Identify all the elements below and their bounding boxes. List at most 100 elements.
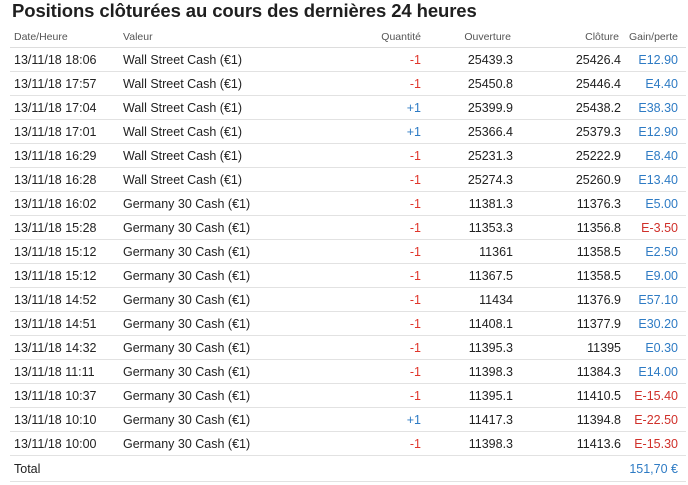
cell-ouverture: 25399.9: [425, 95, 515, 120]
table-row[interactable]: 13/11/18 15:12 Germany 30 Cash (€1) -1 1136…: [10, 263, 686, 288]
cell-cloture: 25260.9: [515, 167, 623, 192]
cell-ouverture: 11381.3: [425, 191, 515, 216]
cell-cloture: 11376.9: [515, 287, 623, 312]
cell-valeur: Germany 30 Cash (€1): [119, 335, 347, 360]
cell-ouverture: 11353.3: [425, 215, 515, 240]
cell-date: 13/11/18 17:01: [10, 119, 119, 144]
cell-quantite: -1: [347, 167, 425, 192]
table-row[interactable]: 13/11/18 17:01 Wall Street Cash (€1) +1 253…: [10, 119, 686, 144]
total-value: 151,70 €: [623, 455, 686, 482]
cell-cloture: 11394.8: [515, 407, 623, 432]
table-row[interactable]: 13/11/18 14:51 Germany 30 Cash (€1) -1 1140…: [10, 311, 686, 336]
column-header-date[interactable]: Date/Heure: [10, 26, 119, 48]
cell-valeur: Germany 30 Cash (€1): [119, 311, 347, 336]
table-header-row: Date/Heure Valeur Quantité Ouverture Clô…: [10, 26, 686, 48]
cell-quantite: -1: [347, 359, 425, 384]
table-row[interactable]: 13/11/18 15:28 Germany 30 Cash (€1) -1 1135…: [10, 215, 686, 240]
table-row[interactable]: 13/11/18 17:57 Wall Street Cash (€1) -1 254…: [10, 71, 686, 96]
cell-gain: E-22.50: [623, 407, 686, 432]
cell-date: 13/11/18 16:28: [10, 167, 119, 192]
cell-cloture: 25222.9: [515, 143, 623, 168]
cell-valeur: Germany 30 Cash (€1): [119, 215, 347, 240]
table-row[interactable]: 13/11/18 11:11 Germany 30 Cash (€1) -1 1139…: [10, 359, 686, 384]
cell-valeur: Wall Street Cash (€1): [119, 119, 347, 144]
cell-gain: E9.00: [623, 263, 686, 288]
cell-gain: E-15.30: [623, 431, 686, 456]
cell-ouverture: 25439.3: [425, 47, 515, 72]
table-row[interactable]: 13/11/18 10:37 Germany 30 Cash (€1) -1 1139…: [10, 383, 686, 408]
closed-positions-panel: Positions clôturées au cours des dernièr…: [0, 0, 688, 485]
cell-quantite: -1: [347, 287, 425, 312]
cell-date: 13/11/18 10:00: [10, 431, 119, 456]
column-header-valeur[interactable]: Valeur: [119, 26, 347, 48]
cell-gain: E57.10: [623, 287, 686, 312]
cell-quantite: +1: [347, 95, 425, 120]
table-row[interactable]: 13/11/18 16:29 Wall Street Cash (€1) -1 252…: [10, 143, 686, 168]
cell-cloture: 25446.4: [515, 71, 623, 96]
table-row[interactable]: 13/11/18 18:06 Wall Street Cash (€1) -1 254…: [10, 47, 686, 72]
cell-gain: E5.00: [623, 191, 686, 216]
cell-date: 13/11/18 10:37: [10, 383, 119, 408]
column-header-gain[interactable]: Gain/perte: [623, 26, 686, 48]
cell-ouverture: 25366.4: [425, 119, 515, 144]
cell-ouverture: 25274.3: [425, 167, 515, 192]
cell-cloture: 11410.5: [515, 383, 623, 408]
cell-date: 13/11/18 16:02: [10, 191, 119, 216]
cell-gain: E4.40: [623, 71, 686, 96]
cell-gain: E12.90: [623, 119, 686, 144]
table-row[interactable]: 13/11/18 10:10 Germany 30 Cash (€1) +1 1141…: [10, 407, 686, 432]
cell-gain: E38.30: [623, 95, 686, 120]
table-row[interactable]: 13/11/18 17:04 Wall Street Cash (€1) +1 253…: [10, 95, 686, 120]
cell-date: 13/11/18 17:57: [10, 71, 119, 96]
cell-ouverture: 11395.1: [425, 383, 515, 408]
cell-date: 13/11/18 15:12: [10, 239, 119, 264]
cell-date: 13/11/18 18:06: [10, 47, 119, 72]
cell-date: 13/11/18 11:11: [10, 359, 119, 384]
cell-cloture: 11384.3: [515, 359, 623, 384]
cell-date: 13/11/18 17:04: [10, 95, 119, 120]
table-row[interactable]: 13/11/18 15:12 Germany 30 Cash (€1) -1 1136…: [10, 239, 686, 264]
cell-gain: E8.40: [623, 143, 686, 168]
cell-gain: E2.50: [623, 239, 686, 264]
cell-date: 13/11/18 15:12: [10, 263, 119, 288]
table-row[interactable]: 13/11/18 10:00 Germany 30 Cash (€1) -1 1139…: [10, 431, 686, 456]
column-header-quantite[interactable]: Quantité: [347, 26, 425, 48]
cell-quantite: -1: [347, 47, 425, 72]
cell-quantite: -1: [347, 71, 425, 96]
table-row[interactable]: 13/11/18 14:32 Germany 30 Cash (€1) -1 1139…: [10, 335, 686, 360]
cell-valeur: Wall Street Cash (€1): [119, 143, 347, 168]
table-row[interactable]: 13/11/18 14:52 Germany 30 Cash (€1) -1 1143…: [10, 287, 686, 312]
cell-ouverture: 11398.3: [425, 359, 515, 384]
cell-quantite: -1: [347, 239, 425, 264]
cell-cloture: 11356.8: [515, 215, 623, 240]
cell-valeur: Germany 30 Cash (€1): [119, 263, 347, 288]
cell-cloture: 11413.6: [515, 431, 623, 456]
cell-valeur: Germany 30 Cash (€1): [119, 359, 347, 384]
cell-quantite: -1: [347, 263, 425, 288]
cell-gain: E30.20: [623, 311, 686, 336]
cell-gain: E-3.50: [623, 215, 686, 240]
cell-quantite: -1: [347, 335, 425, 360]
cell-gain: E-15.40: [623, 383, 686, 408]
cell-quantite: +1: [347, 407, 425, 432]
column-header-ouverture[interactable]: Ouverture: [425, 26, 515, 48]
cell-valeur: Germany 30 Cash (€1): [119, 191, 347, 216]
cell-valeur: Germany 30 Cash (€1): [119, 239, 347, 264]
cell-ouverture: 25231.3: [425, 143, 515, 168]
cell-cloture: 11358.5: [515, 239, 623, 264]
column-header-cloture[interactable]: Clôture: [515, 26, 623, 48]
cell-valeur: Germany 30 Cash (€1): [119, 407, 347, 432]
cell-gain: E12.90: [623, 47, 686, 72]
cell-ouverture: 11361: [425, 239, 515, 264]
cell-valeur: Germany 30 Cash (€1): [119, 383, 347, 408]
cell-valeur: Wall Street Cash (€1): [119, 71, 347, 96]
cell-date: 13/11/18 14:32: [10, 335, 119, 360]
table-row[interactable]: 13/11/18 16:28 Wall Street Cash (€1) -1 252…: [10, 167, 686, 192]
total-row: Total 151,70 €: [10, 455, 686, 482]
table-row[interactable]: 13/11/18 16:02 Germany 30 Cash (€1) -1 1138…: [10, 191, 686, 216]
cell-valeur: Wall Street Cash (€1): [119, 95, 347, 120]
cell-quantite: -1: [347, 431, 425, 456]
cell-cloture: 11358.5: [515, 263, 623, 288]
cell-ouverture: 11398.3: [425, 431, 515, 456]
cell-date: 13/11/18 15:28: [10, 215, 119, 240]
